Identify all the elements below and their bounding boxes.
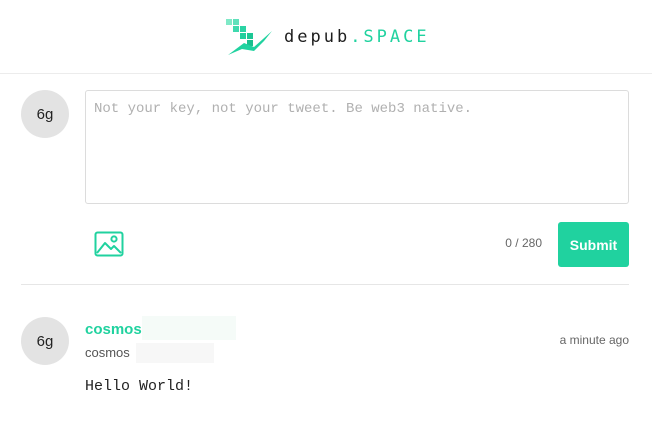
post-timestamp[interactable]: a minute ago [500,333,629,347]
tweet-input[interactable] [85,90,629,204]
redacted-region [142,316,236,340]
add-image-button[interactable] [93,229,125,259]
bird-logo-icon [226,19,272,55]
section-divider [21,284,629,285]
character-counter: 0 / 280 [505,236,542,250]
app-header: depub .SPACE [0,0,652,74]
brand-name: depub .SPACE [284,27,430,47]
post-author-name[interactable]: cosmos [85,321,142,338]
post-body: Hello World! [85,378,194,395]
brand-suffix-text: .SPACE [350,27,430,47]
compose-avatar[interactable]: 6g [21,90,69,138]
post-author-handle[interactable]: cosmos [85,345,130,360]
image-icon [94,231,124,257]
brand-main-text: depub [284,27,351,47]
redacted-region [136,343,214,363]
submit-button[interactable]: Submit [558,222,629,267]
brand-logo[interactable]: depub .SPACE [224,15,430,59]
post-avatar[interactable]: 6g [21,317,69,365]
